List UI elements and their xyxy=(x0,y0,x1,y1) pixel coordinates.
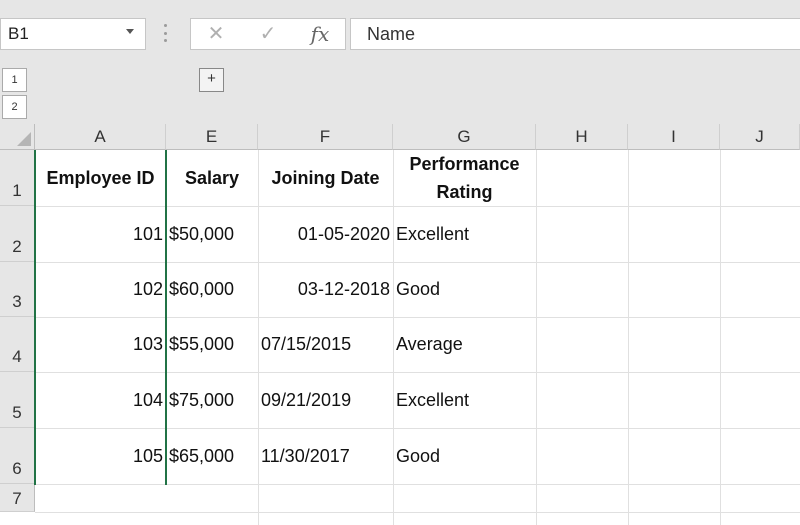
cell-f6[interactable]: 11/30/2017 xyxy=(258,428,393,484)
enter-icon[interactable]: ✓ xyxy=(253,22,283,46)
formula-buttons: ✕ ✓ fx xyxy=(190,18,346,50)
cell-f1[interactable]: Joining Date xyxy=(258,150,393,206)
cell-g6[interactable]: Good xyxy=(393,428,536,484)
formula-input[interactable]: Name xyxy=(350,18,800,50)
cell-f2[interactable]: 01-05-2020 xyxy=(258,206,393,262)
cell-g5[interactable]: Excellent xyxy=(393,372,536,428)
cell-e2[interactable]: $50,000 xyxy=(166,206,258,262)
name-box-dropdown-icon[interactable] xyxy=(126,29,134,34)
row-header-2[interactable]: 2 xyxy=(0,206,35,262)
cell-g1[interactable]: Performance Rating xyxy=(393,150,536,206)
cell-e6[interactable]: $65,000 xyxy=(166,428,258,484)
cell-e5[interactable]: $75,000 xyxy=(166,372,258,428)
cancel-icon[interactable]: ✕ xyxy=(201,22,231,46)
cell-f4[interactable]: 07/15/2015 xyxy=(258,317,393,372)
column-header-e[interactable]: E xyxy=(166,124,258,150)
cell-a1[interactable]: Employee ID xyxy=(35,150,166,206)
row-header-1[interactable]: 1 xyxy=(0,150,35,206)
row-header-5[interactable]: 5 xyxy=(0,372,35,428)
name-box[interactable]: B1 xyxy=(0,18,146,50)
column-header-a[interactable]: A xyxy=(35,124,166,150)
select-all-button[interactable] xyxy=(0,124,35,150)
formula-bar-splitter[interactable] xyxy=(163,24,167,42)
outline-level-1-button[interactable]: 1 xyxy=(2,68,27,92)
cell-e1[interactable]: Salary xyxy=(166,150,258,206)
expand-group-button[interactable]: + xyxy=(199,68,224,92)
cell-e4[interactable]: $55,000 xyxy=(166,317,258,372)
row-header-6[interactable]: 6 xyxy=(0,428,35,484)
cell-a2[interactable]: 101 xyxy=(35,206,166,262)
cell-g2[interactable]: Excellent xyxy=(393,206,536,262)
column-header-h[interactable]: H xyxy=(536,124,628,150)
outline-level-2-button[interactable]: 2 xyxy=(2,95,27,119)
column-header-g[interactable]: G xyxy=(393,124,536,150)
cell-f5[interactable]: 09/21/2019 xyxy=(258,372,393,428)
row-header-7[interactable]: 7 xyxy=(0,484,35,512)
row-header-4[interactable]: 4 xyxy=(0,317,35,372)
column-header-j[interactable]: J xyxy=(720,124,800,150)
cell-a6[interactable]: 105 xyxy=(35,428,166,484)
cell-g4[interactable]: Average xyxy=(393,317,536,372)
cell-a5[interactable]: 104 xyxy=(35,372,166,428)
cell-g3[interactable]: Good xyxy=(393,262,536,317)
column-header-i[interactable]: I xyxy=(628,124,720,150)
formula-content: Name xyxy=(367,24,416,44)
column-header-f[interactable]: F xyxy=(258,124,393,150)
insert-function-icon[interactable]: fx xyxy=(305,22,335,46)
cell-a4[interactable]: 103 xyxy=(35,317,166,372)
cell-e3[interactable]: $60,000 xyxy=(166,262,258,317)
name-box-value: B1 xyxy=(8,24,29,43)
cell-a3[interactable]: 102 xyxy=(35,262,166,317)
spreadsheet-grid: A E F G H I J 1 2 3 4 5 6 7 Employee ID … xyxy=(0,124,800,525)
row-header-3[interactable]: 3 xyxy=(0,262,35,317)
cell-f3[interactable]: 03-12-2018 xyxy=(258,262,393,317)
